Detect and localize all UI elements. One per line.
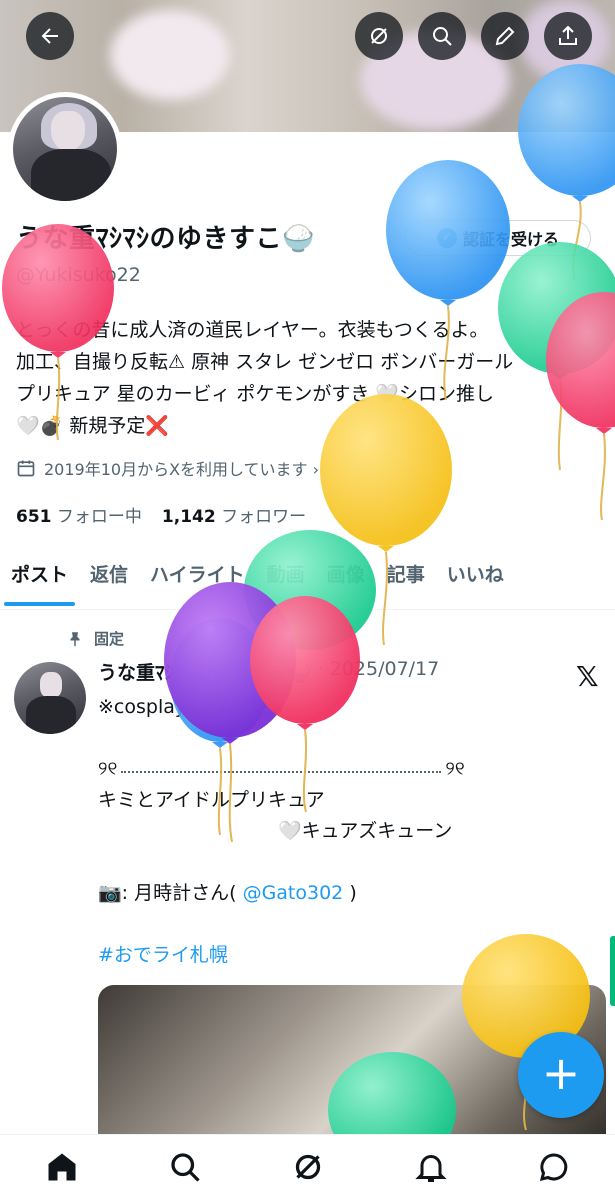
back-arrow-icon (41, 28, 58, 44)
post-author[interactable]: うな重ﾏｼﾏｼのゆきすこ🍚 (98, 658, 312, 685)
tab-articles[interactable]: 記事 (376, 552, 436, 608)
dotted-rule (121, 770, 442, 773)
pin-icon (70, 631, 80, 646)
post-text: ※cosplay/コスプレ※ ୨୧ ୨୧ キミとアイドルプリキュア 🤍キュアズキ… (98, 692, 598, 971)
divider-left: ୨୧ (98, 758, 118, 780)
profile-avatar[interactable] (8, 92, 122, 206)
tab-likes[interactable]: いいね (436, 552, 515, 608)
profile-tabs: ポスト 返信 ハイライト 動画 画像 記事 いいね (0, 552, 615, 610)
tab-replies[interactable]: 返信 (79, 552, 139, 608)
x-logo-icon: 𝕏 (576, 660, 599, 693)
bio-line: とっくの昔に成人済の道民レイヤー。衣装もつくるよ。 (16, 319, 489, 341)
notifications-icon[interactable] (413, 1149, 449, 1185)
bio-line: 加工、自撮り反転⚠ 原神 スタレ ゼンゼロ ボンバーガール (16, 351, 514, 373)
joined-label: 2019年10月からXを利用しています › (44, 460, 320, 479)
post-line: ※cosplay/コスプレ※ (98, 696, 285, 718)
side-indicator (610, 936, 615, 1006)
credit-suffix: ) (349, 882, 357, 904)
bottom-navigation (0, 1134, 615, 1199)
share-button[interactable] (544, 12, 592, 60)
get-verified-button[interactable]: ✓ 認証を受ける (405, 220, 591, 256)
compose-post-button[interactable]: + (518, 1032, 604, 1118)
grok-button[interactable] (355, 12, 403, 60)
handle: @Yukisuko22 (16, 264, 141, 286)
grok-icon[interactable] (290, 1149, 326, 1185)
grok-icon (371, 28, 387, 44)
mention-link[interactable]: @Gato302 (243, 882, 344, 904)
followers-link[interactable]: 1,142 フォロワー (162, 502, 306, 527)
verified-check-icon: ✓ (436, 228, 457, 248)
joined-date[interactable]: 2019年10月からXを利用しています › (16, 456, 319, 480)
following-link[interactable]: 651 フォロー中 (16, 502, 142, 527)
following-count: 651 (16, 507, 52, 527)
post-header: うな重ﾏｼﾏｼのゆきすこ🍚 · 2025/07/17 (98, 658, 439, 685)
messages-icon[interactable] (536, 1149, 572, 1185)
back-button[interactable] (26, 12, 74, 60)
get-verified-label: 認証を受ける (462, 230, 559, 249)
display-name: うな重ﾏｼﾏｼのゆきすこ🍚 (16, 224, 315, 254)
bio: とっくの昔に成人済の道民レイヤー。衣装もつくるよ。 加工、自撮り反転⚠ 原神 ス… (16, 314, 606, 442)
pinned-label: 固定 (94, 630, 125, 648)
tab-highlights[interactable]: ハイライト (139, 552, 256, 608)
post-line (98, 723, 598, 754)
share-icon (559, 25, 577, 45)
search-icon[interactable] (167, 1149, 203, 1185)
bio-line: プリキュア 星のカービィ ポケモンがすき 🤍シロン推し (16, 383, 495, 405)
post-date[interactable]: · 2025/07/17 (318, 658, 440, 685)
credit-prefix: 📷: 月時計さん( (98, 882, 237, 904)
post-line: 🤍キュアズキューン (278, 820, 453, 842)
post-line (98, 847, 598, 878)
edit-button[interactable] (481, 12, 529, 60)
search-button[interactable] (418, 12, 466, 60)
follow-stats: 651 フォロー中 1,142 フォロワー (16, 502, 306, 527)
tab-photos[interactable]: 画像 (316, 552, 376, 608)
edit-icon (495, 26, 515, 46)
post-credit-line: 📷: 月時計さん( @Gato302 ) (98, 878, 598, 909)
tab-videos[interactable]: 動画 (256, 552, 316, 608)
post-line (98, 909, 598, 940)
post-divider-line: ୨୧ ୨୧ (98, 754, 598, 785)
divider-right: ୨୧ (445, 758, 465, 780)
post-avatar[interactable] (14, 662, 86, 734)
hashtag-link[interactable]: #おでライ札幌 (98, 940, 598, 971)
tab-posts[interactable]: ポスト (0, 552, 79, 608)
followers-count: 1,142 (161, 507, 216, 527)
home-icon[interactable] (44, 1149, 80, 1185)
search-icon (433, 27, 452, 46)
post-line: キミとアイドルプリキュア (98, 789, 325, 811)
following-label: フォロー中 (56, 507, 142, 527)
followers-label: フォロワー (221, 507, 307, 527)
bio-line: 🤍💣 新規予定❌ (16, 415, 170, 437)
pinned-indicator: 固定 (66, 628, 124, 649)
calendar-icon (17, 460, 35, 477)
